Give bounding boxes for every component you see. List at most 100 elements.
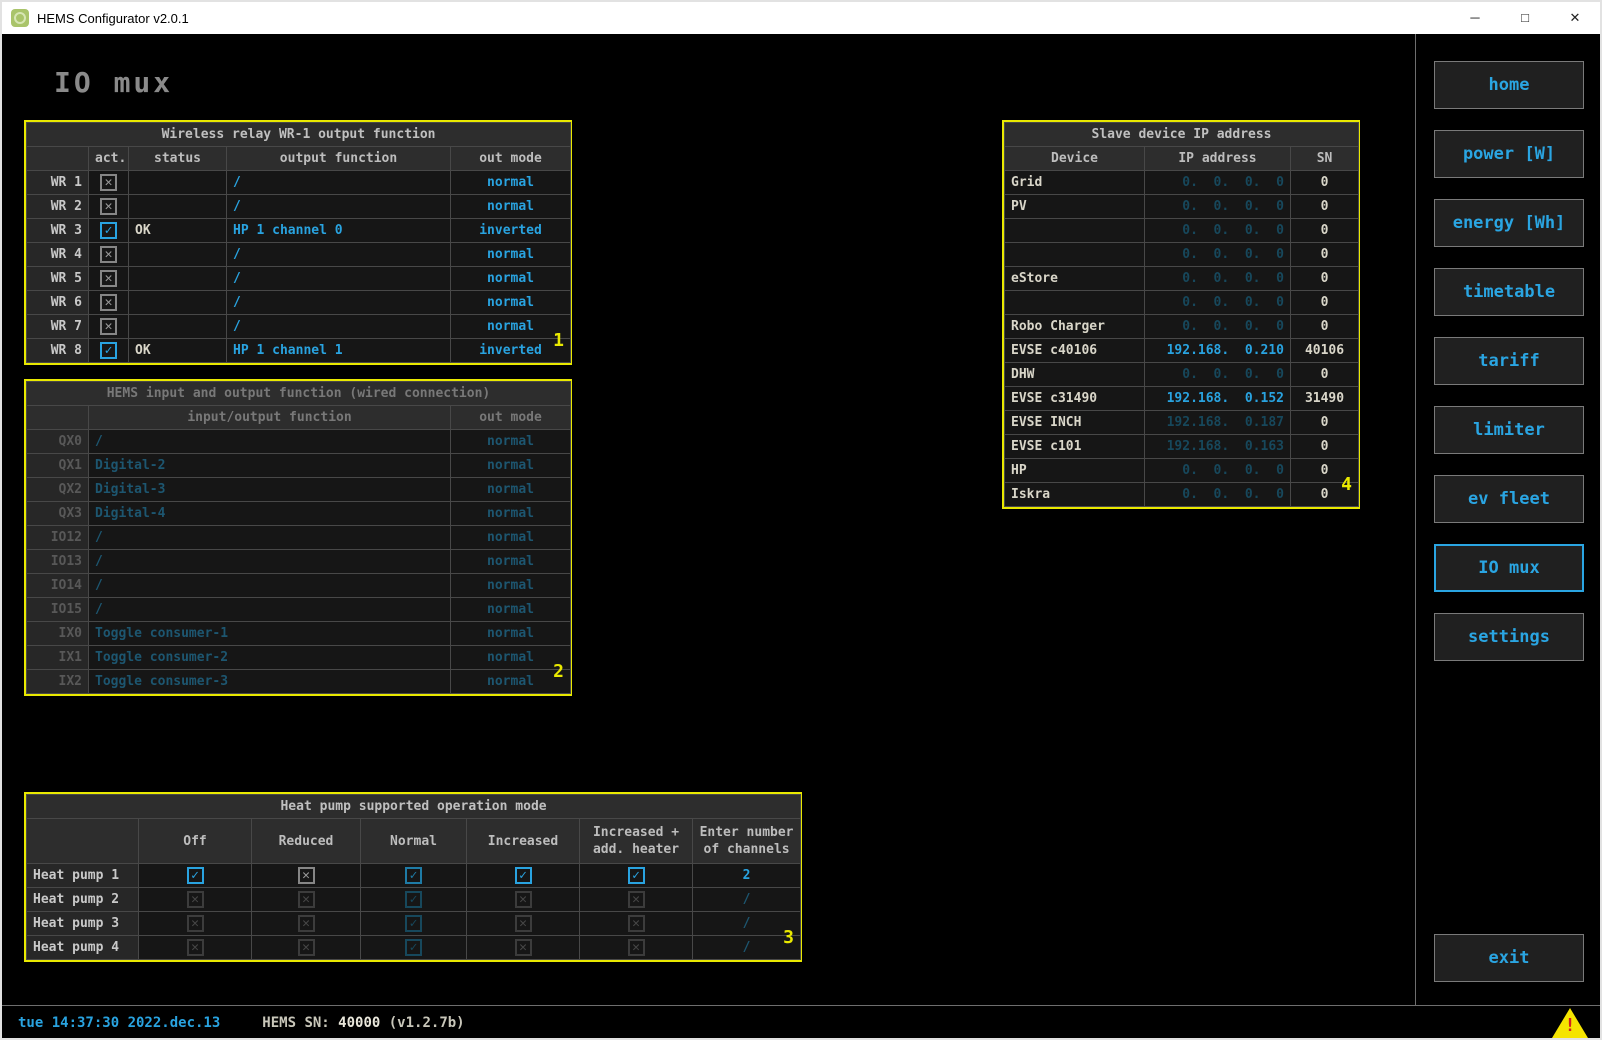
slave-sn-value: 0: [1291, 435, 1359, 459]
hp-mode-cell: ✓: [361, 888, 467, 912]
hems-io-function: /: [89, 550, 451, 574]
col-blank: [27, 147, 89, 171]
hems-io-function: Toggle consumer-3: [89, 670, 451, 694]
wr-row: WR 6✕/normal: [27, 291, 571, 315]
slave-ip-field[interactable]: 0. 0. 0. 0: [1145, 195, 1291, 219]
hems-io-label: IO15: [27, 598, 89, 622]
wr-row: WR 3✓OKHP 1 channel 0inverted: [27, 219, 571, 243]
group-badge-1: 1: [553, 330, 564, 351]
wr-out-mode[interactable]: normal: [451, 267, 571, 291]
hp-mode-checkbox[interactable]: ✕: [298, 867, 315, 884]
hp-mode-checkbox[interactable]: ✓: [405, 867, 422, 884]
maximize-icon[interactable]: □: [1500, 2, 1550, 34]
hp-row: Heat pump 1✓✕✓✓✓2: [27, 864, 801, 888]
table-title: Heat pump supported operation mode: [27, 795, 801, 819]
hp-mode-checkbox[interactable]: ✓: [187, 867, 204, 884]
slave-ip-field[interactable]: 0. 0. 0. 0: [1145, 459, 1291, 483]
wr-act-checkbox[interactable]: ✓: [100, 222, 117, 239]
nav-io-mux-button[interactable]: IO mux: [1434, 544, 1584, 592]
hp-mode-cell: ✓: [580, 864, 693, 888]
nav-limiter-button[interactable]: limiter: [1434, 406, 1584, 454]
slave-ip-field[interactable]: 0. 0. 0. 0: [1145, 315, 1291, 339]
hp-mode-checkbox: ✕: [187, 891, 204, 908]
minimize-icon[interactable]: ─: [1450, 2, 1500, 34]
hp-mode-cell: ✕: [252, 912, 361, 936]
slave-ip-field[interactable]: 0. 0. 0. 0: [1145, 219, 1291, 243]
slave-device-name: EVSE INCH: [1005, 411, 1145, 435]
nav-settings-button[interactable]: settings: [1434, 613, 1584, 661]
wr-out-mode[interactable]: normal: [451, 171, 571, 195]
exit-button[interactable]: exit: [1434, 934, 1584, 982]
slave-ip-field[interactable]: 192.168. 0.152: [1145, 387, 1291, 411]
slave-row: EVSE c101192.168. 0.1630: [1005, 435, 1359, 459]
wr-act-checkbox[interactable]: ✕: [100, 318, 117, 335]
nav-tariff-button[interactable]: tariff: [1434, 337, 1584, 385]
nav-power-w-button[interactable]: power [W]: [1434, 130, 1584, 178]
wr-act-checkbox[interactable]: ✕: [100, 174, 117, 191]
col-sn: SN: [1291, 147, 1359, 171]
wr-out-mode[interactable]: normal: [451, 243, 571, 267]
window-title: HEMS Configurator v2.0.1: [37, 11, 189, 26]
hems-io-function: /: [89, 598, 451, 622]
wr-output-function[interactable]: /: [227, 315, 451, 339]
hems-out-mode: normal: [451, 598, 571, 622]
slave-ip-field[interactable]: 192.168. 0.210: [1145, 339, 1291, 363]
wr-output-function[interactable]: /: [227, 243, 451, 267]
slave-ip-field[interactable]: 0. 0. 0. 0: [1145, 363, 1291, 387]
slave-ip-field[interactable]: 0. 0. 0. 0: [1145, 267, 1291, 291]
hems-out-mode: normal: [451, 430, 571, 454]
wr-output-function[interactable]: /: [227, 267, 451, 291]
hp-row-label: Heat pump 2: [27, 888, 139, 912]
slave-ip-field[interactable]: 192.168. 0.163: [1145, 435, 1291, 459]
slave-device-name: Iskra: [1005, 483, 1145, 507]
slave-device-name: DHW: [1005, 363, 1145, 387]
nav-timetable-button[interactable]: timetable: [1434, 268, 1584, 316]
hems-io-label: IX0: [27, 622, 89, 646]
wr-row: WR 4✕/normal: [27, 243, 571, 267]
slave-row: EVSE INCH192.168. 0.1870: [1005, 411, 1359, 435]
slave-row: EVSE c40106192.168. 0.21040106: [1005, 339, 1359, 363]
slave-row: Robo Charger 0. 0. 0. 00: [1005, 315, 1359, 339]
wr-output-function[interactable]: HP 1 channel 1: [227, 339, 451, 363]
wr-output-function[interactable]: /: [227, 195, 451, 219]
hp-mode-cell: ✕: [467, 936, 580, 960]
wr-act-checkbox[interactable]: ✕: [100, 294, 117, 311]
slave-ip-field[interactable]: 192.168. 0.187: [1145, 411, 1291, 435]
wr-out-mode[interactable]: normal: [451, 291, 571, 315]
hems-io-row: IO12/normal: [27, 526, 571, 550]
wr-output-function[interactable]: /: [227, 291, 451, 315]
nav-energy-wh-button[interactable]: energy [Wh]: [1434, 199, 1584, 247]
hp-row-label: Heat pump 4: [27, 936, 139, 960]
wr-output-function[interactable]: HP 1 channel 0: [227, 219, 451, 243]
wr-row: WR 7✕/normal: [27, 315, 571, 339]
nav-home-button[interactable]: home: [1434, 61, 1584, 109]
wr-act-checkbox[interactable]: ✕: [100, 246, 117, 263]
hp-mode-cell: ✓: [467, 864, 580, 888]
slave-ip-field[interactable]: 0. 0. 0. 0: [1145, 291, 1291, 315]
hems-io-row: QX3Digital-4normal: [27, 502, 571, 526]
hems-io-row: IX2Toggle consumer-3normal: [27, 670, 571, 694]
hp-mode-checkbox: ✕: [515, 915, 532, 932]
slave-ip-field[interactable]: 0. 0. 0. 0: [1145, 243, 1291, 267]
col-increased: Increased: [467, 819, 580, 864]
wr-out-mode[interactable]: normal: [451, 195, 571, 219]
wr-act-checkbox[interactable]: ✕: [100, 198, 117, 215]
wr-out-mode[interactable]: inverted: [451, 219, 571, 243]
nav-ev-fleet-button[interactable]: ev fleet: [1434, 475, 1584, 523]
hp-mode-checkbox[interactable]: ✓: [515, 867, 532, 884]
hp-channels-field[interactable]: 2: [693, 864, 801, 888]
wr-act-checkbox[interactable]: ✓: [100, 342, 117, 359]
hp-mode-checkbox[interactable]: ✓: [628, 867, 645, 884]
hems-wired-io-table: HEMS input and output function (wired co…: [26, 381, 571, 694]
slave-device-name: EVSE c31490: [1005, 387, 1145, 411]
hp-mode-cell: ✓: [361, 912, 467, 936]
warning-icon[interactable]: !: [1552, 1008, 1588, 1038]
wr-act-cell: ✕: [89, 243, 129, 267]
slave-ip-field[interactable]: 0. 0. 0. 0: [1145, 483, 1291, 507]
slave-ip-field[interactable]: 0. 0. 0. 0: [1145, 171, 1291, 195]
slave-sn-value: 40106: [1291, 339, 1359, 363]
wr-output-function[interactable]: /: [227, 171, 451, 195]
close-icon[interactable]: ✕: [1550, 2, 1600, 34]
wr-act-checkbox[interactable]: ✕: [100, 270, 117, 287]
warning-exclamation: !: [1552, 1015, 1588, 1036]
